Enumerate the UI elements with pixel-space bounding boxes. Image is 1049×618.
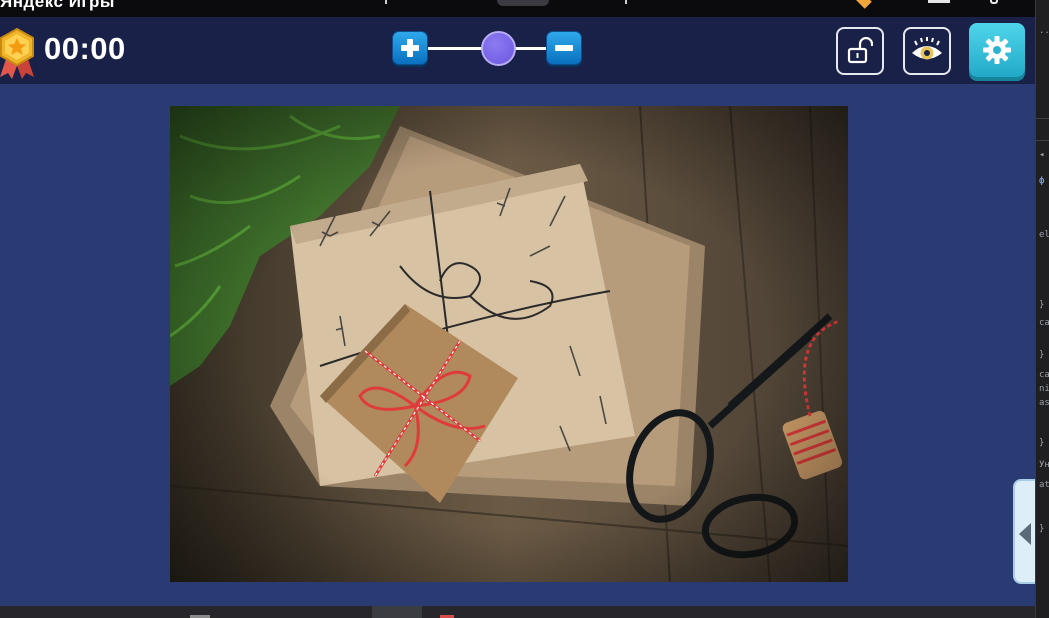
taskbar-item[interactable] [372,606,422,618]
browser-brand-text: Яндекс Игры [0,0,115,11]
user-icon[interactable] [990,0,998,4]
devtools-text: el [1039,230,1049,240]
devtools-text: ca [1039,318,1049,328]
devtools-text: ... [1039,26,1049,36]
devtools-text: at [1039,480,1049,490]
devtools-text: ◂ [1039,150,1045,160]
unlock-icon [847,37,873,64]
game-header: 00:00 [0,17,1035,84]
bottom-taskbar [0,606,1035,618]
devtools-text: } [1039,524,1045,534]
zoom-slider-knob[interactable] [481,31,516,66]
gear-icon [983,36,1011,64]
tab-marker [385,0,387,4]
tab-marker [625,0,627,4]
puzzle-play-area [0,84,1035,606]
medal-icon [0,27,34,79]
side-panel-toggle[interactable] [1013,479,1035,584]
chevron-left-icon [1019,523,1031,545]
devtools-divider [1036,118,1049,119]
browser-top-strip: Яндекс Игры [0,0,1035,17]
eye-icon [912,37,942,60]
devtools-text: Ун [1039,460,1049,470]
plus-icon [401,39,419,57]
devtools-text: ni [1039,384,1049,394]
gift-boxes-image[interactable] [170,106,848,582]
notification-icon[interactable] [856,0,872,9]
browser-tab-pill[interactable] [497,0,549,6]
devtools-text: } [1039,438,1045,448]
preview-button[interactable] [903,27,951,75]
devtools-text: ca [1039,370,1049,380]
devtools-panel: ... ◂ ф el } ca } ca ni as } Ун at } [1035,0,1049,618]
minus-icon [555,45,573,51]
lock-button[interactable] [836,27,884,75]
zoom-out-button[interactable] [546,31,582,65]
devtools-text: } [1039,350,1045,360]
zoom-in-button[interactable] [392,31,428,65]
menu-icon[interactable] [928,0,950,3]
devtools-divider [1036,140,1049,141]
devtools-text: ф [1039,176,1045,186]
devtools-text: as [1039,398,1049,408]
timer-display: 00:00 [44,31,126,66]
devtools-text: } [1039,300,1045,310]
settings-button[interactable] [969,23,1025,77]
